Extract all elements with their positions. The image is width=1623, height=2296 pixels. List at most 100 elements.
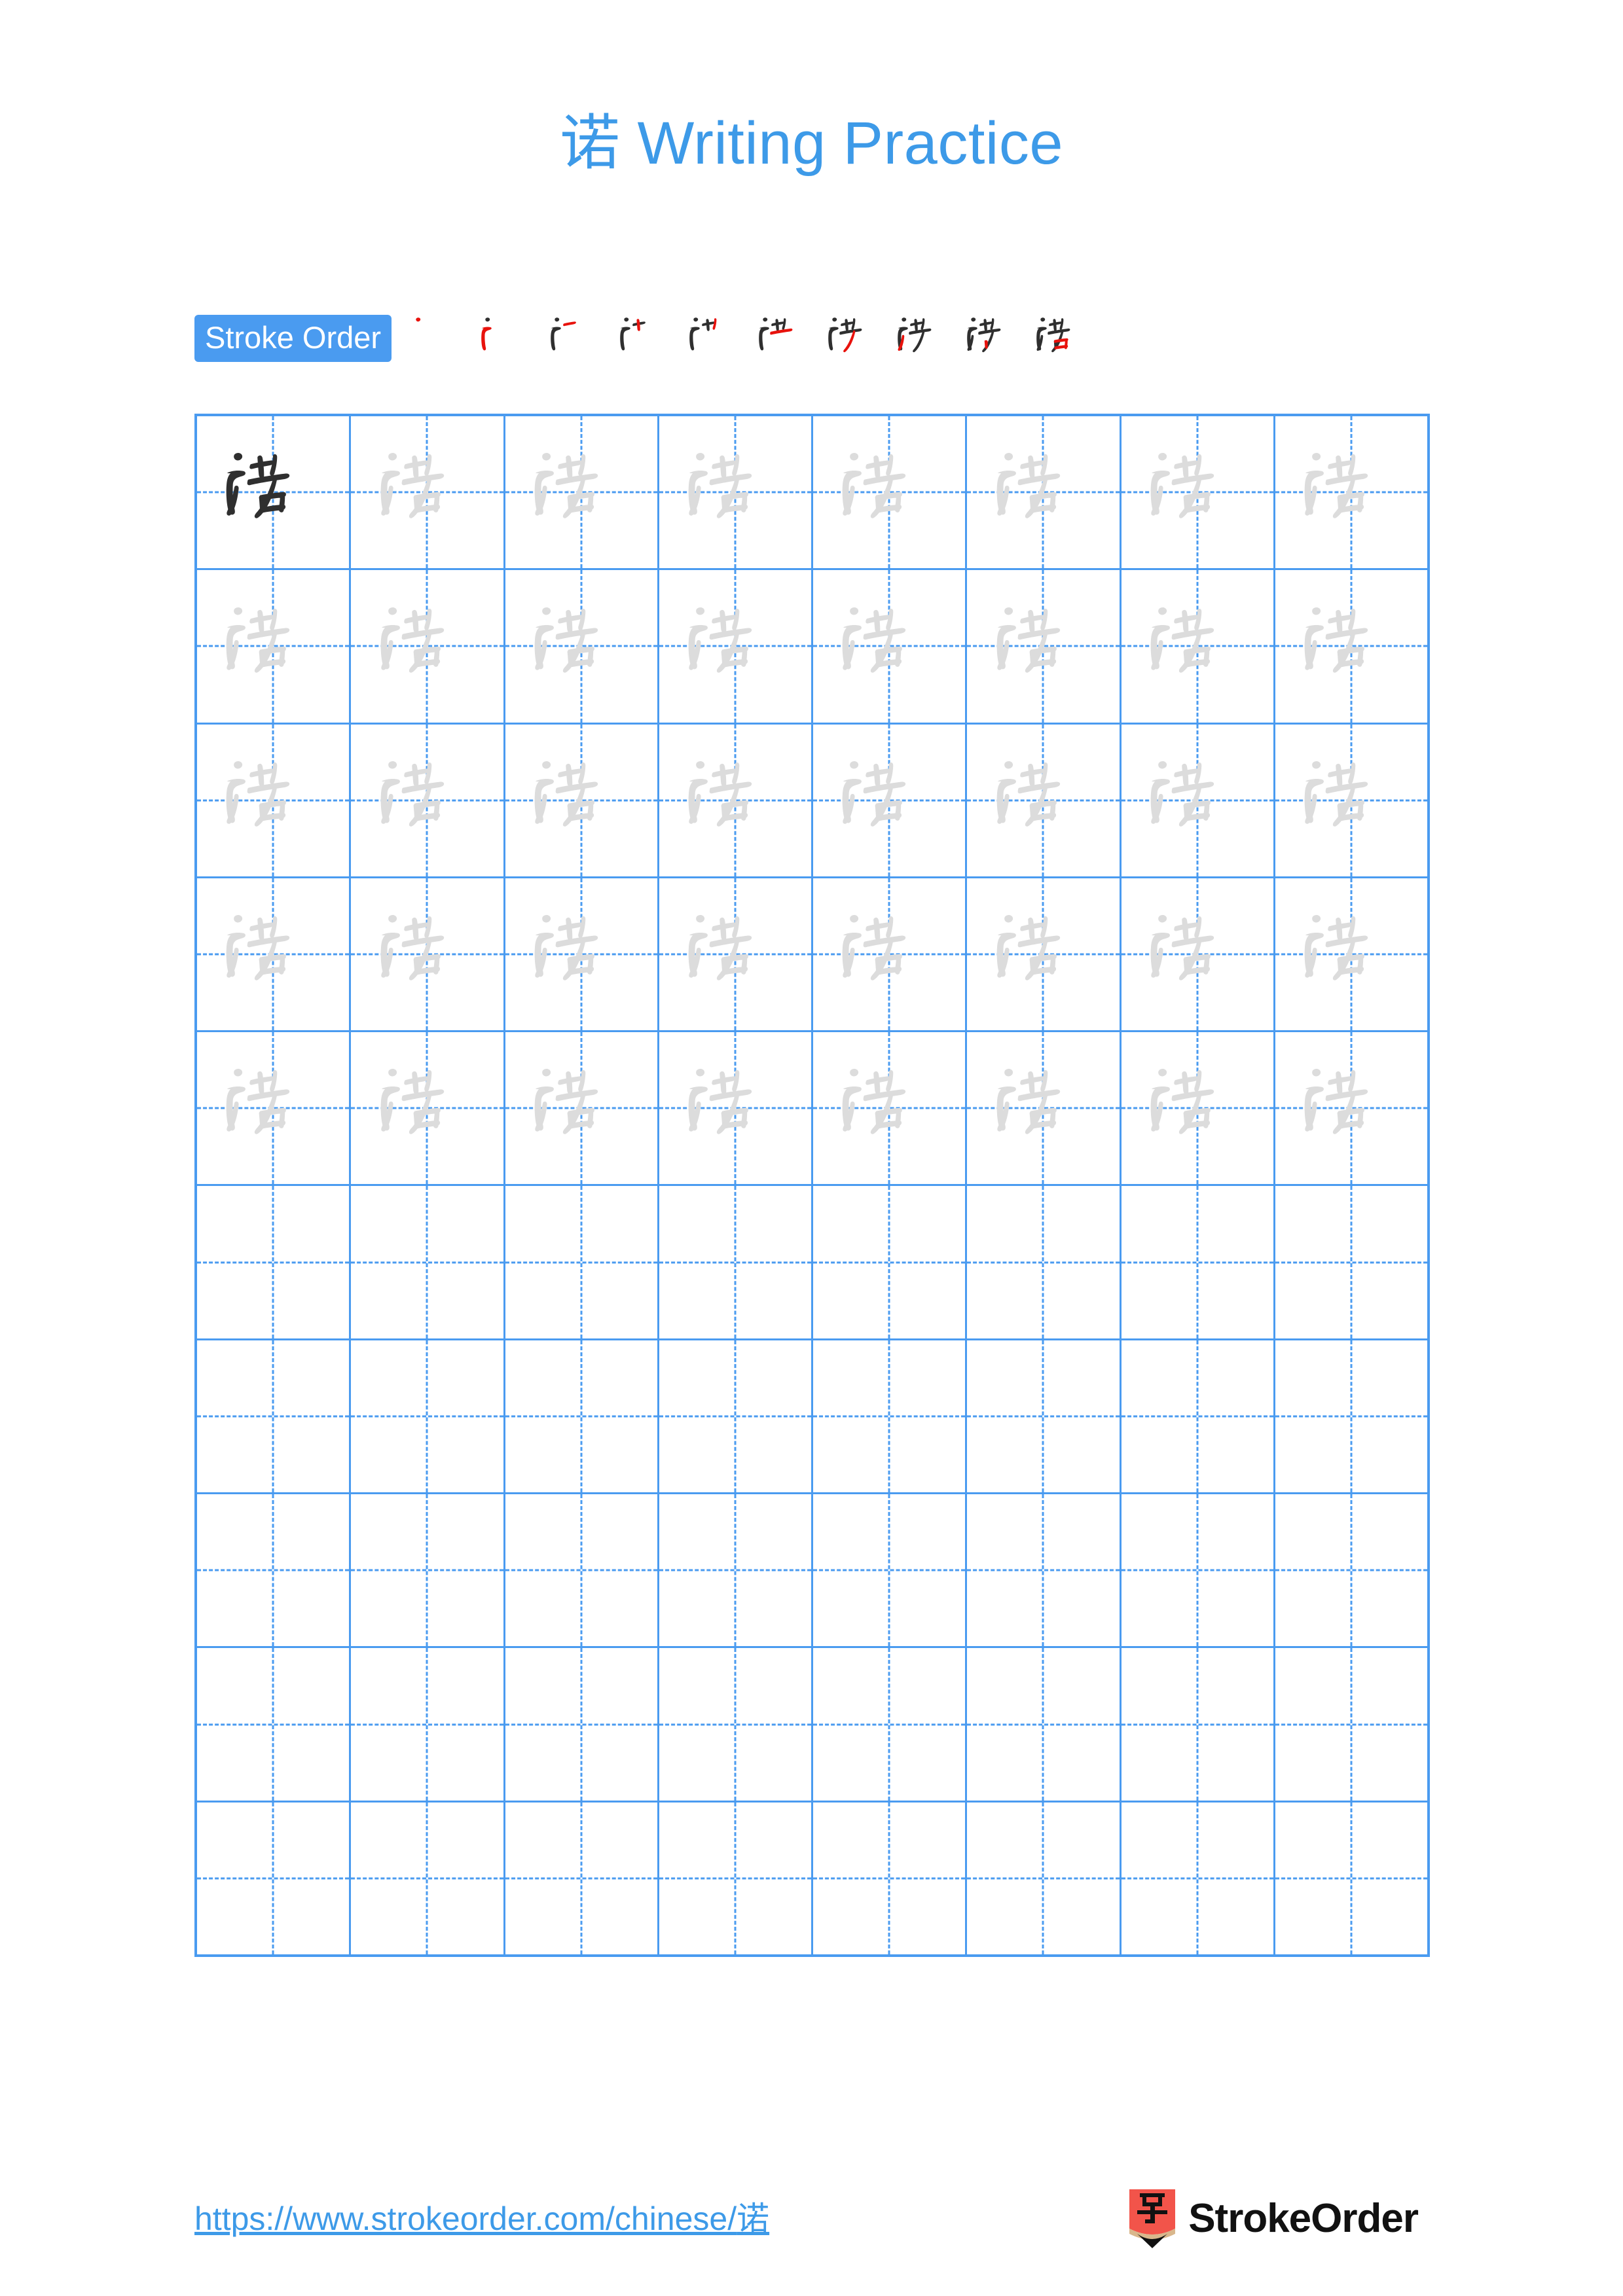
grid-cell-r4-c6[interactable] [967,878,1122,1031]
grid-cell-r1-c4[interactable] [659,416,813,569]
stroke-1 [1312,915,1321,923]
grid-cell-r9-c7[interactable] [1122,1648,1275,1801]
grid-cell-r7-c4[interactable] [659,1340,813,1493]
grid-cell-r8-c8[interactable] [1275,1494,1427,1646]
grid-cell-r6-c3[interactable] [505,1186,659,1338]
stroke-6 [1017,473,1060,486]
grid-cell-r3-c4[interactable] [659,724,813,876]
grid-cell-r4-c7[interactable] [1122,878,1275,1031]
grid-cell-r9-c8[interactable] [1275,1648,1427,1800]
grid-cell-r5-c7[interactable] [1122,1032,1275,1185]
grid-cell-r3-c3[interactable] [505,724,659,876]
grid-cell-r6-c2[interactable] [351,1186,505,1338]
grid-cell-r2-c5[interactable] [813,570,968,723]
grid-cell-r10-c5[interactable] [813,1802,968,1954]
grid-cell-r8-c3[interactable] [505,1494,659,1647]
grid-cell-r10-c6[interactable] [967,1802,1122,1954]
stroke-5 [424,1070,431,1092]
grid-cell-r5-c2[interactable] [351,1032,505,1185]
grid-cell-r4-c3[interactable] [505,878,659,1031]
grid-cell-r2-c2[interactable] [351,570,505,723]
grid-cell-r9-c5[interactable] [813,1648,968,1801]
grid-cell-r6-c5[interactable] [813,1186,968,1338]
grid-cell-r3-c6[interactable] [967,724,1122,876]
grid-cell-r6-c6[interactable] [967,1186,1122,1338]
trace-character [505,570,657,722]
grid-cell-r10-c8[interactable] [1275,1803,1427,1954]
grid-cell-r9-c4[interactable] [659,1648,813,1801]
grid-cell-r4-c1[interactable] [197,878,352,1031]
trace-character [505,878,657,1030]
trace-character [1275,416,1427,568]
grid-cell-r4-c5[interactable] [813,878,968,1031]
grid-cell-r4-c2[interactable] [351,878,505,1031]
stroke-2 [551,327,561,351]
grid-cell-r2-c1[interactable] [197,570,352,723]
grid-cell-r7-c3[interactable] [505,1340,659,1493]
grid-cell-r5-c8[interactable] [1275,1032,1427,1184]
grid-cell-r1-c6[interactable] [967,416,1122,569]
grid-cell-r3-c7[interactable] [1122,724,1275,876]
grid-cell-r2-c8[interactable] [1275,570,1427,722]
character-glyph [380,453,444,519]
grid-cell-r8-c7[interactable] [1122,1494,1275,1647]
grid-cell-r7-c2[interactable] [351,1340,505,1493]
grid-row [197,1802,1427,1954]
grid-cell-r5-c1[interactable] [197,1032,352,1185]
grid-cell-r5-c3[interactable] [505,1032,659,1185]
stroke-4 [720,1071,727,1095]
grid-cell-r7-c6[interactable] [967,1340,1122,1493]
grid-cell-r10-c4[interactable] [659,1802,813,1954]
footer-url-link[interactable]: https://www.strokeorder.com/chinese/诺 [194,2202,769,2235]
character-glyph [380,915,444,980]
grid-cell-r5-c6[interactable] [967,1032,1122,1185]
grid-cell-r1-c8[interactable] [1275,416,1427,568]
grid-cell-r9-c6[interactable] [967,1648,1122,1801]
grid-cell-r6-c7[interactable] [1122,1186,1275,1338]
grid-cell-r7-c7[interactable] [1122,1340,1275,1493]
grid-cell-r1-c1[interactable] [197,416,352,569]
stroke-order-steps [402,304,1096,373]
grid-cell-r5-c4[interactable] [659,1032,813,1185]
grid-cell-r1-c3[interactable] [505,416,659,569]
grid-cell-r8-c1[interactable] [197,1494,352,1647]
grid-cell-r10-c7[interactable] [1122,1802,1275,1954]
stroke-1 [555,317,560,322]
grid-cell-r8-c2[interactable] [351,1494,505,1647]
grid-cell-r3-c8[interactable] [1275,725,1427,876]
trace-character [659,878,811,1030]
grid-cell-r10-c2[interactable] [351,1802,505,1954]
grid-cell-r7-c8[interactable] [1275,1340,1427,1492]
grid-cell-r1-c7[interactable] [1122,416,1275,569]
grid-cell-r2-c4[interactable] [659,570,813,723]
grid-cell-r8-c4[interactable] [659,1494,813,1647]
grid-cell-r2-c3[interactable] [505,570,659,723]
stroke-6 [1017,935,1060,948]
grid-cell-r2-c6[interactable] [967,570,1122,723]
grid-cell-r10-c1[interactable] [197,1802,352,1954]
grid-cell-r4-c8[interactable] [1275,878,1427,1030]
grid-cell-r6-c1[interactable] [197,1186,352,1338]
grid-cell-r4-c4[interactable] [659,878,813,1031]
grid-cell-r8-c6[interactable] [967,1494,1122,1647]
trace-character [1122,725,1273,876]
grid-cell-r5-c5[interactable] [813,1032,968,1185]
grid-cell-r9-c1[interactable] [197,1648,352,1801]
grid-cell-r8-c5[interactable] [813,1494,968,1647]
grid-cell-r1-c5[interactable] [813,416,968,569]
brand-logo[interactable]: StrokeOrder [1128,2188,1419,2250]
grid-cell-r3-c5[interactable] [813,724,968,876]
grid-cell-r6-c4[interactable] [659,1186,813,1338]
grid-cell-r9-c3[interactable] [505,1648,659,1801]
grid-cell-r3-c2[interactable] [351,724,505,876]
stroke-5 [577,608,586,630]
grid-cell-r2-c7[interactable] [1122,570,1275,723]
grid-cell-r1-c2[interactable] [351,416,505,569]
stroke-1 [541,453,551,461]
grid-cell-r9-c2[interactable] [351,1648,505,1801]
grid-cell-r10-c3[interactable] [505,1802,659,1954]
grid-cell-r3-c1[interactable] [197,724,352,876]
grid-cell-r6-c8[interactable] [1275,1186,1427,1338]
grid-cell-r7-c5[interactable] [813,1340,968,1493]
grid-cell-r7-c1[interactable] [197,1340,352,1493]
